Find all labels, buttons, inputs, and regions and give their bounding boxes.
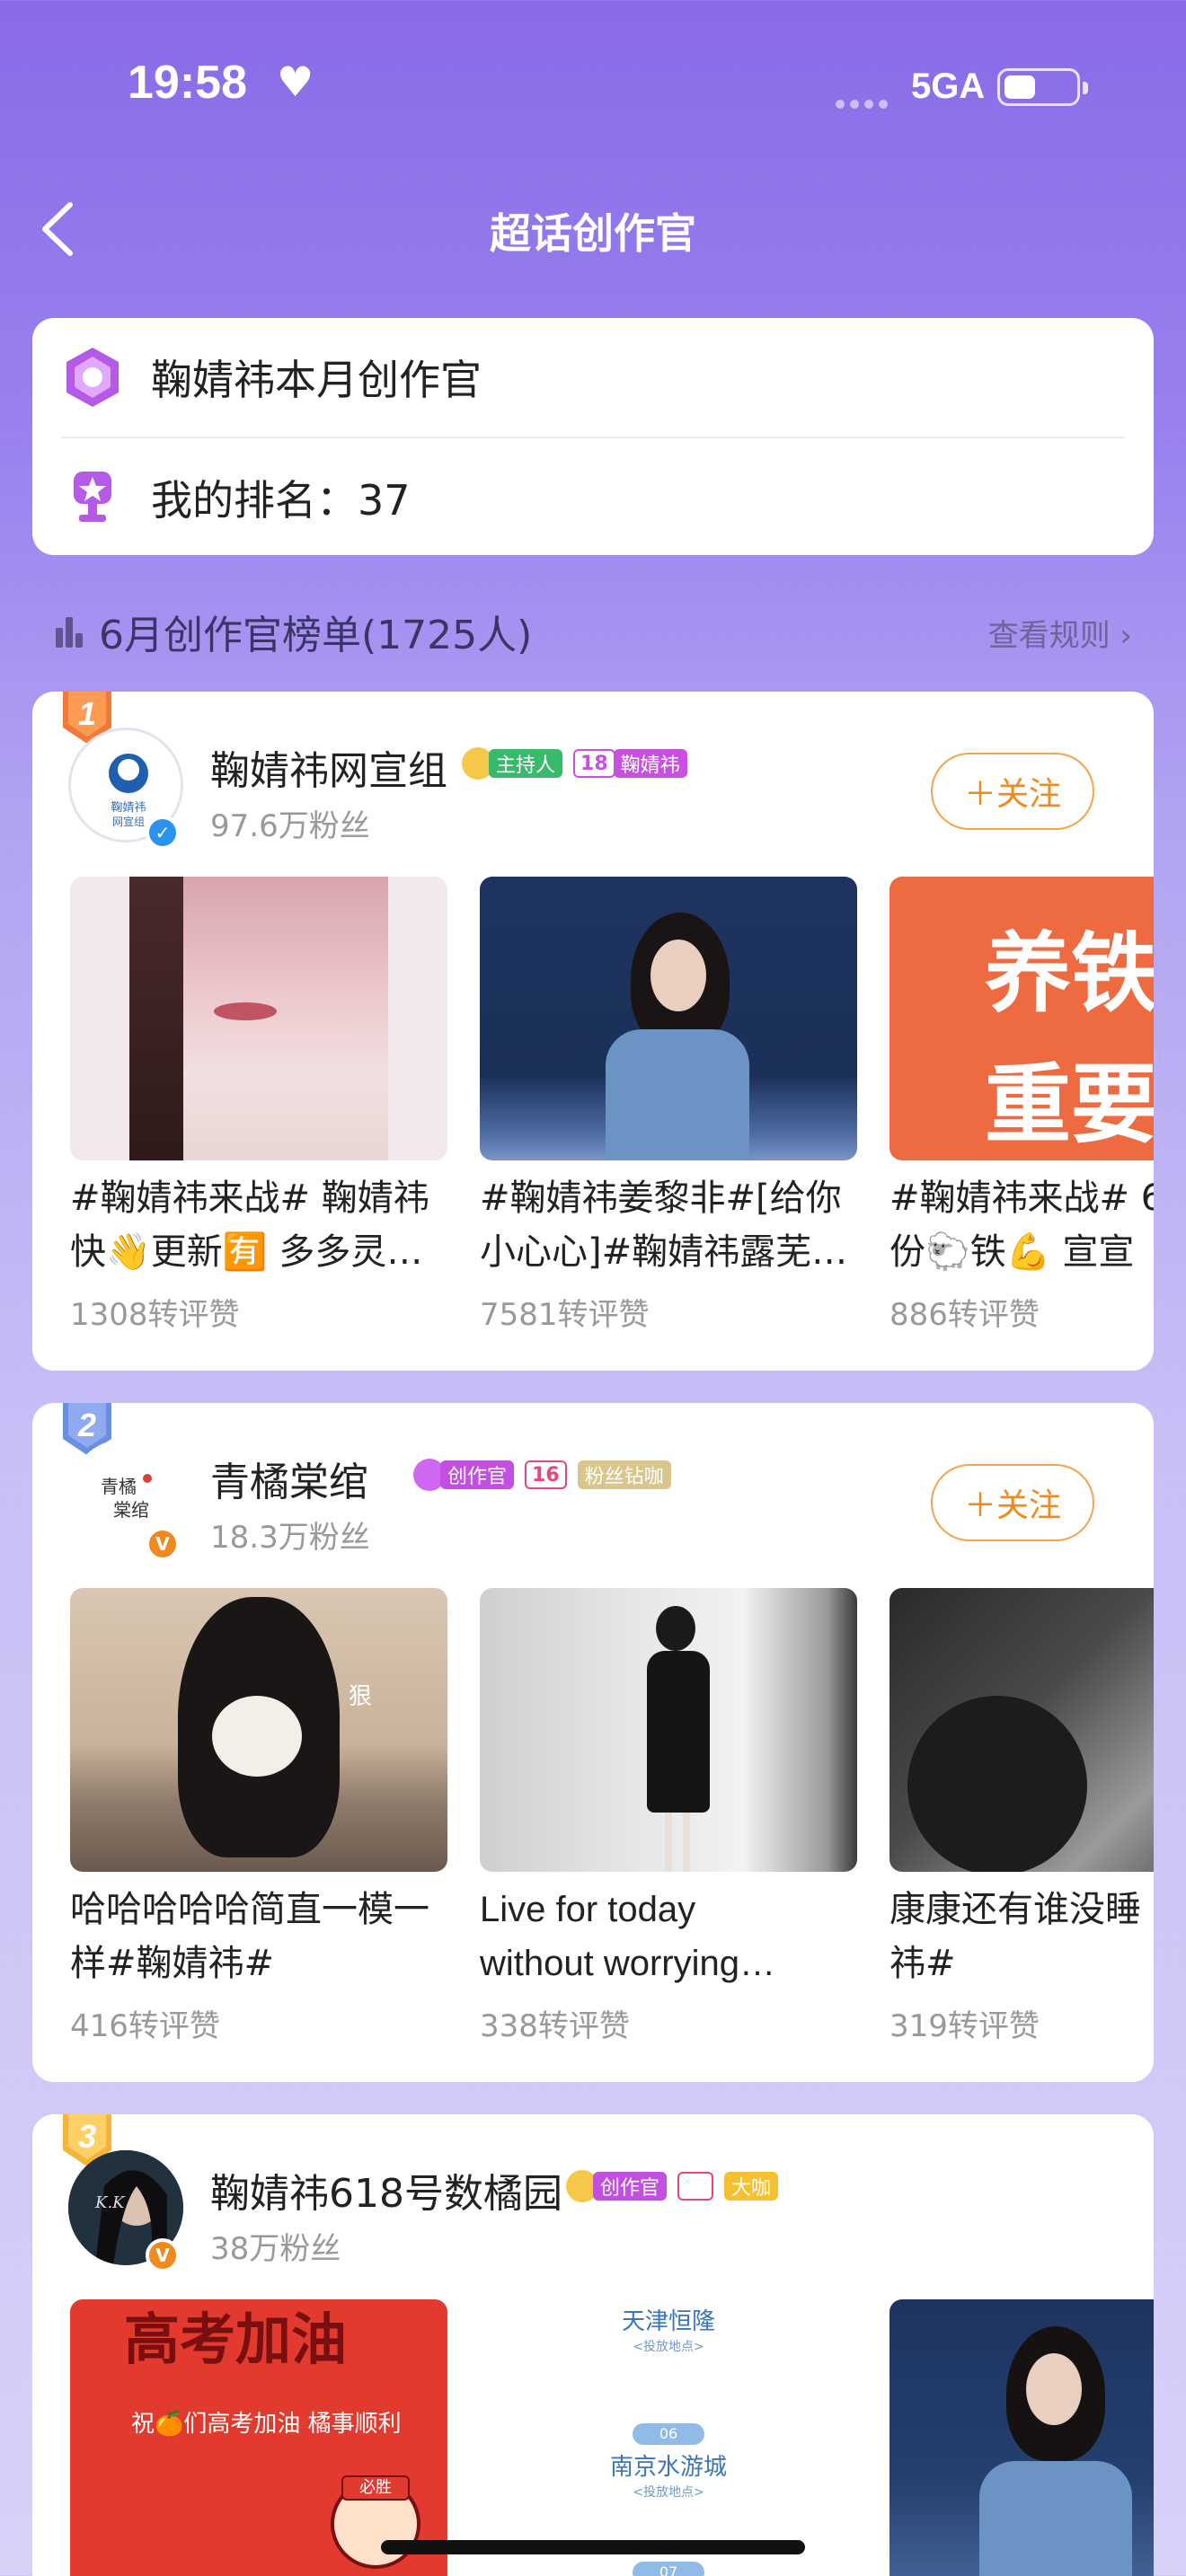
page-title: 超话创作官 (490, 209, 696, 258)
fans-count: 18.3万粉丝 (210, 1520, 370, 1556)
post-stats: 416转评赞 (70, 2008, 220, 2044)
post-item[interactable]: 高考加油 祝🍊们高考加油 橘事顺利 必胜 (70, 2299, 447, 2576)
svg-text:K.K: K.K (94, 2193, 126, 2212)
rank-card-1[interactable]: 1 鞠婧祎 网宣组 ✓ 鞠婧祎网宣组 主持人 18 鞠婧祎 97.6万粉丝 ＋关… (32, 692, 1154, 1371)
user-name[interactable]: 鞠婧祎618号数橘园 (210, 2161, 562, 2219)
view-rules-link[interactable]: 查看规则 › (988, 611, 1132, 655)
user-name[interactable]: 鞠婧祎网宣组 (210, 738, 447, 796)
rank-card-2[interactable]: 2 青橘 棠绾 V 青橘棠绾 创作官 16 粉丝钻咖 18.3万粉丝 ＋关注 狠… (32, 1403, 1154, 2082)
fan-badge: 大咖 (724, 2172, 779, 2201)
post-stats: 1308转评赞 (70, 1297, 240, 1333)
creator-badge: 创作官 (440, 1460, 515, 1489)
bar-chart-icon (54, 615, 86, 648)
fan-badge: 鞠婧祎 (613, 749, 687, 778)
post-image[interactable]: 天津恒隆 <投放地点> 06 南京水游城 <投放地点> 07 (480, 2299, 857, 2576)
post-stats: 319转评赞 (890, 2008, 1040, 2044)
creator-row[interactable]: 鞠婧祎本月创作官 (61, 318, 1125, 437)
fans-count: 38万粉丝 (210, 2231, 341, 2267)
post-image[interactable]: 狠 (70, 1588, 447, 1872)
post-item[interactable] (890, 2299, 1154, 2576)
post-image[interactable] (480, 1588, 857, 1872)
creator-badge-icon (61, 346, 124, 409)
status-bar: 19:58 ♥ 5GA (0, 0, 1186, 171)
nav-bar: 超话创作官 (0, 180, 1186, 278)
follow-button[interactable]: ＋关注 (931, 1464, 1094, 1541)
network-label: 5GA (911, 66, 986, 106)
trophy-icon (61, 466, 124, 529)
user-name[interactable]: 青橘棠绾 (210, 1450, 368, 1507)
home-indicator[interactable] (381, 2540, 805, 2554)
svg-text:青橘: 青橘 (101, 1476, 137, 1497)
post-image[interactable]: 养铁 重要 (890, 877, 1154, 1160)
user-badges: 创作官 16 粉丝钻咖 (413, 1457, 682, 1493)
svg-text:鞠婧祎: 鞠婧祎 (111, 801, 146, 815)
fan-badge: 粉丝钻咖 (577, 1460, 671, 1489)
rank-card-3[interactable]: 3 K.K V 鞠婧祎618号数橘园 创作官 大咖 38万粉丝 高考加油 祝🍊们… (32, 2114, 1154, 2576)
follow-button[interactable]: ＋关注 (931, 753, 1094, 830)
post-image[interactable] (890, 1588, 1154, 1872)
post-item[interactable]: Live for today without worrying… 338转评赞 (480, 1588, 857, 2045)
post-image[interactable] (70, 877, 447, 1160)
post-stats: 7581转评赞 (480, 1297, 650, 1333)
heart-icon: ♥ (277, 57, 314, 106)
creator-label: 鞠婧祎本月创作官 (151, 356, 482, 404)
verified-icon: V (146, 2238, 180, 2272)
level-badge: 18 (573, 749, 615, 778)
battery-icon (997, 68, 1088, 106)
verified-icon: V (146, 1527, 180, 1561)
svg-text:网宣组: 网宣组 (112, 815, 145, 828)
level-badge: 16 (525, 1460, 567, 1489)
post-stats: 886转评赞 (890, 1297, 1040, 1333)
post-item[interactable]: 养铁 重要 #鞠婧祎来战# 6 份🐑铁💪 宣宣 886转评赞 (890, 877, 1154, 1334)
post-item[interactable]: 天津恒隆 <投放地点> 06 南京水游城 <投放地点> 07 (480, 2299, 857, 2576)
my-rank-label: 我的排名：37 (151, 476, 411, 525)
post-image[interactable] (480, 877, 857, 1160)
post-item[interactable]: #鞠婧祎姜黎非#[给你 小心心]#鞠婧祎露芜… 7581转评赞 (480, 877, 857, 1334)
post-item[interactable]: 康康还有谁没睡 祎# 319转评赞 (890, 1588, 1154, 2045)
post-image[interactable] (890, 2299, 1154, 2576)
fans-count: 97.6万粉丝 (210, 808, 370, 844)
signal-icon (836, 95, 893, 112)
ranking-title: 6月创作官榜单(1725人) (99, 613, 533, 658)
my-rank-row[interactable]: 我的排名：37 (61, 438, 1125, 557)
user-badges: 创作官 大咖 (566, 2168, 789, 2204)
post-item[interactable]: 狠 哈哈哈哈哈简直一模一 样#鞠婧祎# 416转评赞 (70, 1588, 447, 2045)
post-image[interactable]: 高考加油 祝🍊们高考加油 橘事顺利 必胜 (70, 2299, 447, 2576)
post-stats: 338转评赞 (480, 2008, 630, 2044)
svg-text:棠绾: 棠绾 (113, 1499, 149, 1521)
user-badges: 主持人 18 鞠婧祎 (462, 745, 698, 781)
status-time: 19:58 (128, 57, 247, 109)
verified-icon: ✓ (146, 816, 180, 850)
post-item[interactable]: #鞠婧祎来战# 鞠婧祎 快👋更新🈶 多多灵… 1308转评赞 (70, 877, 447, 1334)
creator-badge: 创作官 (593, 2172, 668, 2201)
host-badge: 主持人 (489, 749, 563, 778)
ranking-header: 6月创作官榜单(1725人) 查看规则 › (54, 600, 1132, 663)
info-card: 鞠婧祎本月创作官 我的排名：37 (32, 318, 1154, 555)
level-badge (677, 2172, 714, 2201)
